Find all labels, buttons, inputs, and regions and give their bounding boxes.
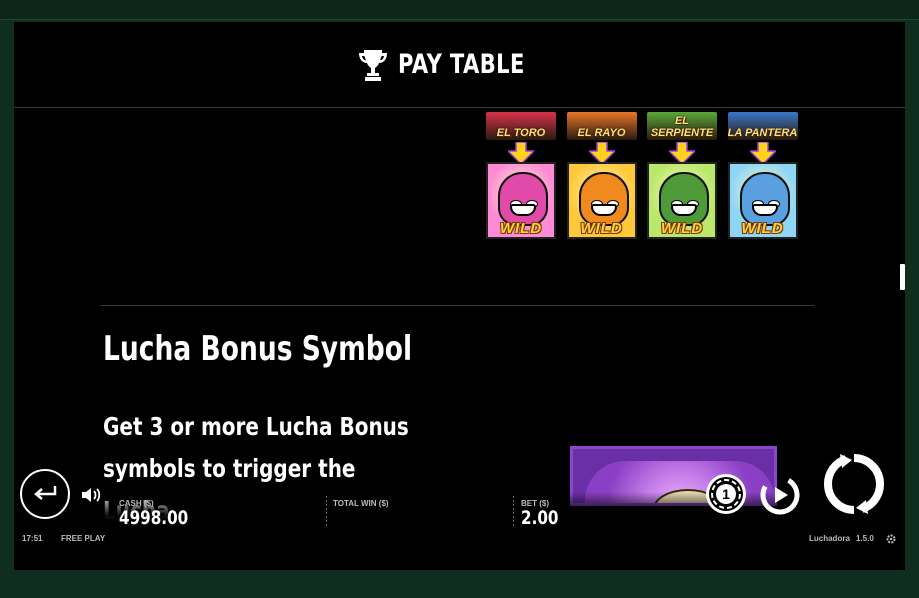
return-arrow-icon xyxy=(34,486,57,500)
clock: 17:51 xyxy=(22,534,43,543)
wrestler-mask xyxy=(498,172,548,226)
wild-card: WILD xyxy=(566,162,637,239)
chip-value: 1 xyxy=(722,486,730,502)
arrow-down-icon xyxy=(669,142,695,164)
arrow-down-icon xyxy=(508,142,534,164)
separator xyxy=(513,496,514,528)
mask-mouth xyxy=(510,204,536,216)
speaker-icon[interactable] xyxy=(80,485,102,505)
wild-symbols-group: EL TORO WILD EL RAYO WILD EL SERPIENTE WILD LA… xyxy=(486,112,806,240)
symbol-name: EL SERPIENTE xyxy=(650,115,714,139)
spin-button[interactable] xyxy=(822,452,886,516)
play-mode: FREE PLAY xyxy=(61,534,106,543)
separator xyxy=(326,496,327,528)
autoplay-button[interactable] xyxy=(758,473,802,517)
back-button[interactable] xyxy=(20,469,70,519)
gear-icon[interactable] xyxy=(886,534,896,544)
wild-card: WILD xyxy=(486,162,556,239)
wild-symbol: LA PANTERA WILD xyxy=(727,112,798,240)
mask-mouth xyxy=(751,204,778,216)
wild-label: WILD xyxy=(499,220,543,237)
wild-card: WILD xyxy=(647,162,717,239)
bet-chip-button[interactable]: 1 xyxy=(704,472,748,516)
page-title: PAY TABLE xyxy=(398,49,526,80)
symbol-tile-top: EL TORO xyxy=(486,112,556,140)
wild-label: WILD xyxy=(741,220,784,237)
total-win-label: TOTAL WIN ($) xyxy=(333,499,389,508)
wild-symbol: EL SERPIENTE WILD xyxy=(647,112,717,240)
wild-label: WILD xyxy=(660,220,704,237)
symbol-tile-top: EL RAYO xyxy=(566,112,637,140)
mask-mouth xyxy=(590,204,617,216)
symbol-name: LA PANTERA xyxy=(727,127,798,139)
game-name: Luchadora xyxy=(809,534,850,543)
mask-mouth xyxy=(671,204,697,216)
paytable-header: PAY TABLE xyxy=(14,22,905,108)
cash-value: 4998.00 xyxy=(119,507,189,529)
scrollbar-thumb[interactable] xyxy=(900,264,905,290)
symbol-name: EL RAYO xyxy=(577,127,626,139)
wrestler-mask xyxy=(578,172,629,226)
bet-value: 2.00 xyxy=(521,507,559,529)
arrow-down-icon xyxy=(749,142,776,164)
wrestler-mask xyxy=(739,172,790,226)
wild-symbol: EL TORO WILD xyxy=(486,112,556,240)
arrow-down-icon xyxy=(588,142,615,164)
symbol-tile-top: LA PANTERA xyxy=(727,112,798,140)
symbol-tile-top: EL SERPIENTE xyxy=(647,112,717,140)
section-title: Lucha Bonus Symbol xyxy=(103,329,413,369)
section-divider xyxy=(101,305,814,306)
frame-top-bar xyxy=(0,0,919,20)
symbol-name: EL TORO xyxy=(496,127,546,139)
wild-symbol: EL RAYO WILD xyxy=(566,112,637,240)
game-version: 1.5.0 xyxy=(856,534,874,543)
wrestler-mask xyxy=(659,172,709,226)
wild-label: WILD xyxy=(580,220,623,237)
game-stage: PAY TABLE EL TORO WILD EL RAYO WILD EL SERPI… xyxy=(14,22,905,570)
game-frame: PAY TABLE EL TORO WILD EL RAYO WILD EL SERPI… xyxy=(0,0,919,598)
trophy-icon xyxy=(359,49,388,81)
wild-card: WILD xyxy=(727,162,798,239)
